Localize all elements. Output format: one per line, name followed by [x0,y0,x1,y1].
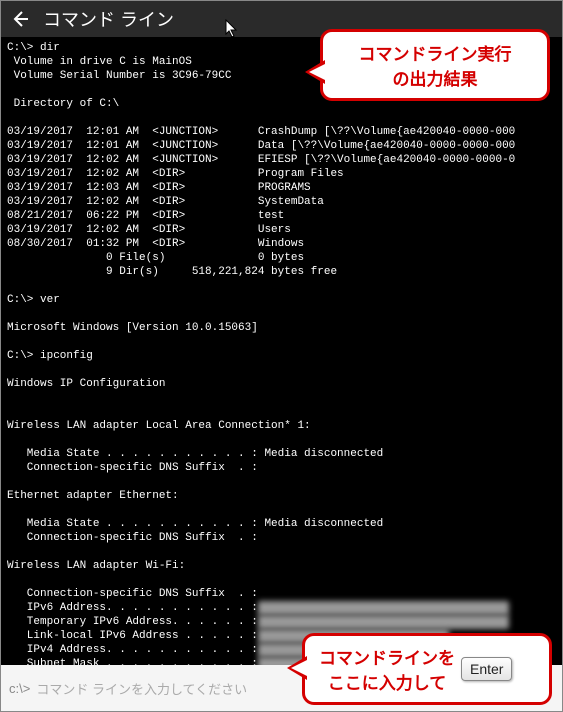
annotation-output-text: コマンドライン実行 の出力結果 [359,45,512,89]
redacted-value: xxxx:xxxx:xxxx:xxxx:xxxx:xxxx:xxxx:xx [258,615,509,629]
back-arrow-icon [10,9,30,29]
enter-key-icon: Enter [461,657,512,681]
app-title: コマンド ライン [43,6,174,32]
annotation-input-text: コマンドラインを ここに入力して [319,644,455,694]
input-prompt-prefix: c:\> [9,681,30,696]
mouse-cursor-icon [225,19,239,39]
annotation-output: コマンドライン実行 の出力結果 [320,29,550,101]
redacted-value: xxxx:xxxx:xxxx:xxxx:xxxx:xxxx:xxxx:xx [258,601,509,615]
annotation-input: コマンドラインを ここに入力して Enter [302,633,552,705]
terminal-output[interactable]: C:\> dir Volume in drive C is MainOS Vol… [1,37,562,665]
back-button[interactable] [9,8,31,30]
